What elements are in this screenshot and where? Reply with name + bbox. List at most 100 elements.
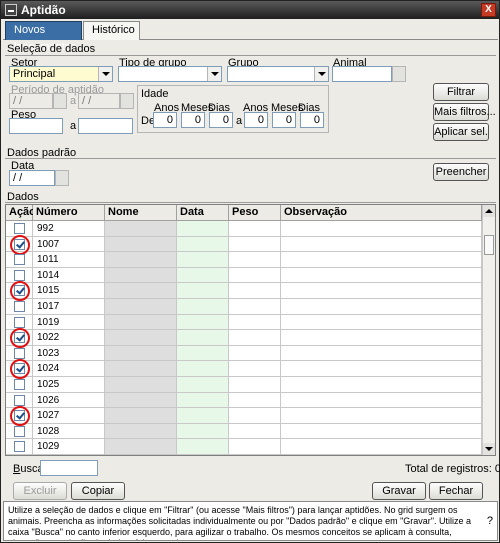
peso-cell[interactable] [229, 439, 281, 454]
data-cell[interactable] [177, 314, 229, 330]
idade-to-meses[interactable]: 0 [272, 112, 296, 128]
observacao-cell[interactable] [281, 330, 482, 345]
column-header-data[interactable]: Data [177, 205, 229, 221]
numero-cell[interactable]: 1023 [33, 345, 105, 361]
peso-cell[interactable] [229, 361, 281, 376]
observacao-cell[interactable] [281, 439, 482, 454]
row-checkbox[interactable] [14, 425, 25, 437]
animal-input[interactable] [332, 66, 392, 82]
column-header-acao[interactable]: Ação [6, 205, 36, 221]
observacao-cell[interactable] [281, 408, 482, 423]
numero-cell[interactable]: 1024 [33, 361, 105, 376]
copiar-button[interactable]: Copiar [71, 482, 125, 500]
idade-to-dias[interactable]: 0 [300, 112, 324, 128]
numero-cell[interactable]: 1026 [33, 392, 105, 408]
observacao-cell[interactable] [281, 361, 482, 376]
nome-cell[interactable] [105, 345, 177, 361]
observacao-cell[interactable] [281, 423, 482, 439]
numero-cell[interactable]: 1025 [33, 377, 105, 392]
tab-historico[interactable]: Histórico [83, 21, 140, 40]
numero-cell[interactable]: 992 [33, 221, 105, 236]
acao-cell[interactable] [6, 234, 33, 255]
observacao-cell[interactable] [281, 392, 482, 408]
acao-cell[interactable] [6, 314, 33, 330]
numero-cell[interactable]: 1014 [33, 267, 105, 283]
acao-cell[interactable] [6, 359, 33, 380]
nome-cell[interactable] [105, 361, 177, 376]
excluir-button[interactable]: Excluir [13, 482, 67, 500]
peso-cell[interactable] [229, 377, 281, 392]
close-button[interactable]: X [481, 3, 496, 17]
data-cell[interactable] [177, 283, 229, 298]
acao-cell[interactable] [6, 345, 33, 361]
idade-from-anos[interactable]: 0 [153, 112, 177, 128]
peso-cell[interactable] [229, 252, 281, 267]
grupo-select[interactable] [227, 66, 329, 82]
observacao-cell[interactable] [281, 345, 482, 361]
tab-novos-lancamentos[interactable]: Novos lançamentos [5, 21, 82, 53]
nome-cell[interactable] [105, 392, 177, 408]
table-row[interactable]: 1011 [6, 252, 482, 268]
periodo-to-input[interactable]: / / [78, 93, 120, 109]
nome-cell[interactable] [105, 330, 177, 345]
nome-cell[interactable] [105, 439, 177, 454]
data-cell[interactable] [177, 361, 229, 376]
row-checkbox[interactable] [14, 441, 25, 453]
column-header-observacao[interactable]: Observação [281, 205, 482, 221]
peso-cell[interactable] [229, 221, 281, 236]
data-cell[interactable] [177, 345, 229, 361]
nome-cell[interactable] [105, 299, 177, 314]
chevron-down-icon[interactable] [98, 67, 112, 81]
chevron-down-icon[interactable] [314, 67, 328, 81]
table-row[interactable]: 1028 [6, 423, 482, 440]
observacao-cell[interactable] [281, 283, 482, 298]
scroll-down-icon[interactable] [483, 443, 495, 455]
peso-from-input[interactable] [9, 118, 63, 134]
default-data-calendar-button[interactable] [55, 170, 69, 186]
periodo-from-input[interactable]: / / [9, 93, 53, 109]
nome-cell[interactable] [105, 423, 177, 439]
row-checkbox[interactable] [14, 223, 25, 234]
numero-cell[interactable]: 1007 [33, 236, 105, 252]
data-cell[interactable] [177, 330, 229, 345]
row-checkbox[interactable] [14, 254, 25, 266]
peso-cell[interactable] [229, 392, 281, 408]
idade-to-anos[interactable]: 0 [244, 112, 268, 128]
setor-select[interactable]: Principal [9, 66, 113, 82]
idade-from-meses[interactable]: 0 [181, 112, 205, 128]
numero-cell[interactable]: 1017 [33, 299, 105, 314]
acao-cell[interactable] [6, 423, 33, 439]
peso-cell[interactable] [229, 283, 281, 298]
table-row[interactable]: 992 [6, 221, 482, 237]
nome-cell[interactable] [105, 221, 177, 236]
row-checkbox[interactable] [14, 269, 25, 281]
table-row[interactable]: 1022 [6, 328, 482, 349]
preencher-button[interactable]: Preencher [433, 163, 489, 181]
data-cell[interactable] [177, 377, 229, 392]
aplicar-sel-button[interactable]: Aplicar sel. [433, 123, 489, 141]
animal-lookup-button[interactable] [392, 66, 406, 82]
nome-cell[interactable] [105, 267, 177, 283]
numero-cell[interactable]: 1019 [33, 314, 105, 330]
scroll-up-icon[interactable] [483, 205, 495, 217]
vertical-scrollbar[interactable] [482, 205, 495, 455]
gravar-button[interactable]: Gravar [372, 482, 426, 500]
fechar-button[interactable]: Fechar [429, 482, 483, 500]
numero-cell[interactable]: 1028 [33, 423, 105, 439]
table-row[interactable]: 1027 [6, 406, 482, 427]
observacao-cell[interactable] [281, 377, 482, 392]
peso-cell[interactable] [229, 423, 281, 439]
acao-cell[interactable] [6, 267, 33, 283]
idade-from-dias[interactable]: 0 [209, 112, 233, 128]
system-menu-icon[interactable] [5, 4, 17, 16]
data-cell[interactable] [177, 423, 229, 439]
help-icon[interactable]: ? [487, 516, 493, 527]
table-row[interactable]: 1019 [6, 314, 482, 331]
table-row[interactable]: 1015 [6, 281, 482, 302]
row-checkbox[interactable] [14, 347, 25, 359]
acao-cell[interactable] [6, 406, 33, 427]
nome-cell[interactable] [105, 408, 177, 423]
table-row[interactable]: 1025 [6, 377, 482, 393]
peso-cell[interactable] [229, 267, 281, 283]
acao-cell[interactable] [6, 252, 33, 267]
